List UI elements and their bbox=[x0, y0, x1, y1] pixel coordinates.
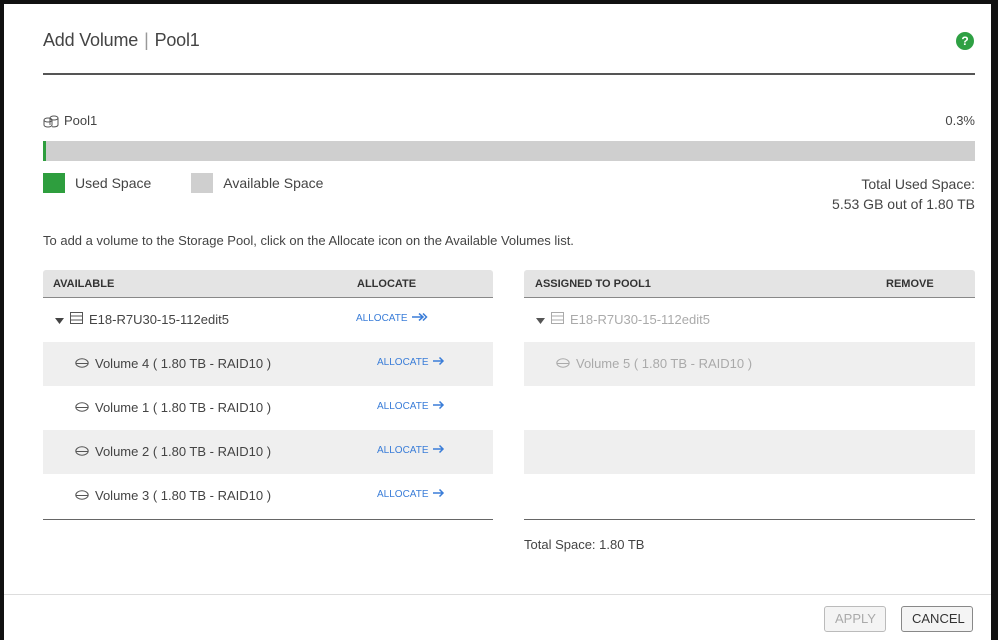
pool-icon bbox=[43, 114, 59, 128]
volume-item: Volume 1 ( 1.80 TB - RAID10 ) bbox=[75, 400, 271, 415]
list-item: E18-R7U30-15-112edit5 ALLOCATE bbox=[43, 298, 493, 342]
used-space-swatch bbox=[43, 173, 65, 193]
list-item-empty bbox=[524, 386, 975, 430]
arrow-right-icon bbox=[432, 488, 445, 500]
caret-down-icon[interactable] bbox=[55, 312, 64, 327]
volume-item: Volume 5 ( 1.80 TB - RAID10 ) bbox=[556, 356, 752, 371]
volume-icon bbox=[75, 488, 89, 503]
allocate-button[interactable]: ALLOCATE bbox=[377, 444, 445, 456]
arrow-right-icon bbox=[432, 356, 445, 368]
allocate-group-button[interactable]: ALLOCATE bbox=[356, 312, 428, 324]
volume-icon bbox=[75, 400, 89, 415]
allocate-label: ALLOCATE bbox=[377, 489, 429, 500]
pool-label-row: Pool1 bbox=[43, 113, 97, 128]
array-name: E18-R7U30-15-112edit5 bbox=[89, 312, 229, 327]
list-item-empty bbox=[524, 474, 975, 518]
array-name: E18-R7U30-15-112edit5 bbox=[570, 312, 710, 327]
apply-button[interactable]: APPLY bbox=[824, 606, 886, 632]
total-used-space: Total Used Space: 5.53 GB out of 1.80 TB bbox=[832, 174, 975, 214]
window-edge-right bbox=[991, 0, 998, 640]
available-list-divider bbox=[43, 519, 493, 520]
volume-name: Volume 5 ( 1.80 TB - RAID10 ) bbox=[576, 356, 753, 371]
array-group[interactable]: E18-R7U30-15-112edit5 bbox=[55, 312, 229, 327]
available-header-label: AVAILABLE bbox=[53, 278, 115, 290]
storage-array-icon bbox=[70, 312, 83, 327]
volume-item: Volume 4 ( 1.80 TB - RAID10 ) bbox=[75, 356, 271, 371]
header-divider bbox=[43, 73, 975, 75]
volume-icon bbox=[75, 444, 89, 459]
remove-header-label: REMOVE bbox=[886, 278, 934, 290]
arrow-right-icon bbox=[432, 400, 445, 412]
list-item: Volume 5 ( 1.80 TB - RAID10 ) bbox=[524, 342, 975, 386]
available-space-label: Available Space bbox=[223, 175, 324, 191]
total-used-value: 5.53 GB out of 1.80 TB bbox=[832, 196, 975, 212]
window-edge-top bbox=[0, 0, 998, 4]
help-icon[interactable]: ? bbox=[956, 32, 974, 50]
total-space: Total Space: 1.80 TB bbox=[524, 537, 645, 552]
instruction-text: To add a volume to the Storage Pool, cli… bbox=[43, 233, 574, 248]
storage-array-icon bbox=[551, 312, 564, 327]
volume-name: Volume 1 ( 1.80 TB - RAID10 ) bbox=[95, 400, 272, 415]
usage-bar-fill bbox=[43, 141, 46, 161]
assigned-array-group[interactable]: E18-R7U30-15-112edit5 bbox=[536, 312, 710, 327]
allocate-label: ALLOCATE bbox=[377, 357, 429, 368]
list-item-empty bbox=[524, 430, 975, 474]
allocate-button[interactable]: ALLOCATE bbox=[377, 488, 445, 500]
available-space-swatch bbox=[191, 173, 214, 193]
list-item: Volume 2 ( 1.80 TB - RAID10 ) ALLOCATE bbox=[43, 430, 493, 474]
pool-usage-percent: 0.3% bbox=[945, 113, 975, 128]
total-used-label: Total Used Space: bbox=[861, 176, 975, 192]
footer-divider bbox=[4, 594, 991, 595]
pool-name: Pool1 bbox=[64, 113, 98, 128]
volume-icon bbox=[75, 356, 89, 371]
list-item: E18-R7U30-15-112edit5 bbox=[524, 298, 975, 342]
assigned-list-divider bbox=[524, 519, 975, 520]
double-arrow-right-icon bbox=[411, 312, 428, 324]
volume-name: Volume 3 ( 1.80 TB - RAID10 ) bbox=[95, 488, 272, 503]
volume-item: Volume 3 ( 1.80 TB - RAID10 ) bbox=[75, 488, 271, 503]
assigned-header-label: ASSIGNED TO POOL1 bbox=[535, 278, 651, 290]
list-item: Volume 3 ( 1.80 TB - RAID10 ) ALLOCATE bbox=[43, 474, 493, 518]
usage-bar bbox=[43, 141, 975, 161]
volume-item: Volume 2 ( 1.80 TB - RAID10 ) bbox=[75, 444, 271, 459]
available-volumes-list: E18-R7U30-15-112edit5 ALLOCATE Volume 4 … bbox=[43, 298, 493, 518]
dialog-title-text: Add Volume bbox=[43, 30, 139, 50]
dialog: Add Volume | Pool1 ? Pool1 0.3% Used Space… bbox=[0, 0, 998, 640]
allocate-header-label: ALLOCATE bbox=[357, 278, 417, 290]
dialog-title-pool: Pool1 bbox=[154, 30, 200, 50]
dialog-title: Add Volume | Pool1 bbox=[43, 30, 200, 51]
allocate-button[interactable]: ALLOCATE bbox=[377, 400, 445, 412]
allocate-label: ALLOCATE bbox=[356, 313, 408, 324]
caret-down-icon[interactable] bbox=[536, 312, 545, 327]
usage-legend: Used Space Available Space bbox=[43, 173, 323, 193]
window-edge-left bbox=[0, 0, 4, 640]
assigned-volumes-list: E18-R7U30-15-112edit5 Volume 5 ( 1.80 TB… bbox=[524, 298, 975, 518]
volume-name: Volume 2 ( 1.80 TB - RAID10 ) bbox=[95, 444, 272, 459]
allocate-label: ALLOCATE bbox=[377, 445, 429, 456]
used-space-label: Used Space bbox=[75, 175, 152, 191]
allocate-button[interactable]: ALLOCATE bbox=[377, 356, 445, 368]
volume-icon bbox=[556, 356, 570, 371]
available-table-header: AVAILABLE ALLOCATE bbox=[43, 270, 493, 298]
volume-name: Volume 4 ( 1.80 TB - RAID10 ) bbox=[95, 356, 272, 371]
assigned-table-header: ASSIGNED TO POOL1 REMOVE bbox=[524, 270, 975, 298]
cancel-button[interactable]: CANCEL bbox=[901, 606, 973, 632]
list-item: Volume 1 ( 1.80 TB - RAID10 ) ALLOCATE bbox=[43, 386, 493, 430]
list-item: Volume 4 ( 1.80 TB - RAID10 ) ALLOCATE bbox=[43, 342, 493, 386]
title-separator: | bbox=[144, 30, 149, 50]
allocate-label: ALLOCATE bbox=[377, 401, 429, 412]
arrow-right-icon bbox=[432, 444, 445, 456]
